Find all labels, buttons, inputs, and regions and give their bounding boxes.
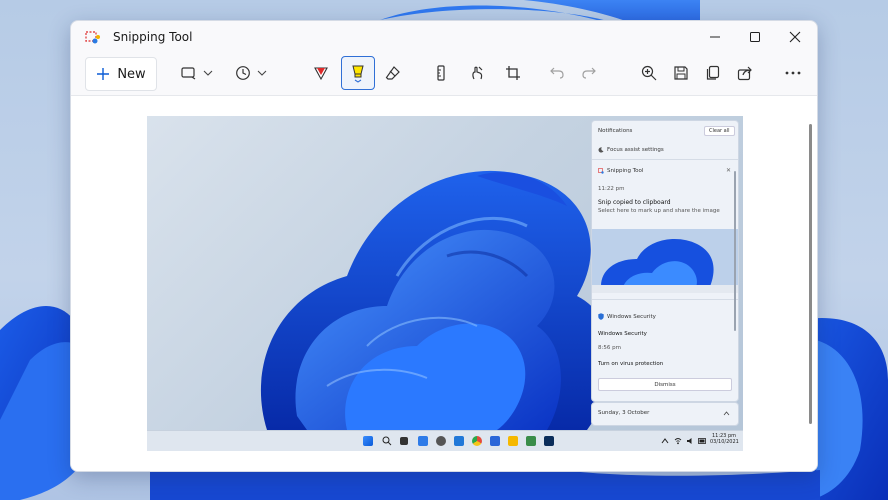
snipping-tool-window: Snipping Tool New Notifications Clear al… [70, 20, 818, 472]
eraser-icon [385, 66, 400, 80]
clock-icon [236, 66, 250, 80]
close-icon [789, 31, 801, 43]
snip-notification-app: Snipping Tool [598, 168, 643, 174]
save-button[interactable] [667, 57, 695, 89]
chevron-down-icon [203, 70, 213, 76]
moon-icon [598, 147, 604, 153]
start-icon[interactable] [363, 436, 373, 446]
share-icon [737, 66, 752, 81]
eraser-button[interactable] [379, 57, 407, 89]
redo-button[interactable] [575, 57, 603, 89]
notification-close-icon[interactable]: ✕ [726, 167, 731, 174]
wifi-icon[interactable] [674, 437, 682, 445]
highlighter-button[interactable] [341, 56, 375, 90]
maximize-icon [750, 32, 760, 42]
battery-icon[interactable] [698, 437, 707, 445]
volume-icon[interactable] [686, 437, 694, 445]
ballpoint-pen-icon [314, 67, 328, 81]
vscode-icon[interactable] [454, 436, 464, 446]
snip-notification-title: Snip copied to clipboard [598, 199, 671, 206]
store-icon[interactable] [526, 436, 536, 446]
touch-writing-button[interactable] [463, 57, 491, 89]
chat-icon[interactable] [436, 436, 446, 446]
redo-icon [582, 67, 596, 79]
share-button[interactable] [731, 57, 759, 89]
dismiss-button[interactable]: Dismiss [598, 378, 732, 391]
copy-icon [706, 65, 720, 80]
chevron-up-icon[interactable] [723, 411, 730, 416]
save-icon [674, 66, 688, 80]
crop-icon [506, 66, 520, 80]
minimize-icon [710, 36, 720, 38]
focus-assist-label: Focus assist settings [607, 147, 664, 153]
file-explorer-icon[interactable] [508, 436, 518, 446]
taskbar-date: 03/10/2021 [710, 439, 739, 445]
snipping-tool-app-icon [598, 168, 604, 174]
clear-all-button[interactable]: Clear all [704, 126, 735, 136]
calendar-flyout: Sunday, 3 October [591, 402, 739, 426]
chevron-up-icon[interactable] [661, 438, 669, 444]
widgets-icon[interactable] [418, 436, 428, 446]
zoom-in-icon [641, 65, 657, 81]
divider [592, 299, 738, 300]
plus-icon [97, 68, 110, 80]
ruler-button[interactable] [427, 57, 455, 89]
more-dots-icon [785, 71, 801, 75]
shield-icon [598, 313, 604, 320]
canvas-scrollbar[interactable] [809, 124, 812, 424]
notification-scrollbar[interactable] [734, 171, 736, 331]
delay-dropdown[interactable] [231, 57, 271, 89]
security-notification-app: Windows Security [598, 313, 656, 320]
preview-bloom-art [601, 239, 714, 293]
touch-writing-icon [472, 66, 483, 80]
rectangle-snip-icon [181, 67, 196, 80]
ballpoint-pen-button[interactable] [307, 57, 335, 89]
chrome-icon[interactable] [472, 436, 482, 446]
zoom-button[interactable] [635, 57, 663, 89]
new-snip-button[interactable]: New [85, 57, 157, 91]
chevron-down-icon [257, 70, 267, 76]
photoshop-icon[interactable] [544, 436, 554, 446]
notifications-header: Notifications [598, 128, 633, 134]
calendar-date-label: Sunday, 3 October [598, 410, 650, 416]
captured-taskbar: 11:23 pm 03/10/2021 [147, 430, 743, 451]
undo-button[interactable] [543, 57, 571, 89]
divider [592, 159, 738, 160]
security-notification-body: Turn on virus protection [598, 361, 664, 367]
copy-button[interactable] [699, 57, 727, 89]
more-options-button[interactable] [779, 57, 807, 89]
snip-notification-body: Select here to mark up and share the ima… [598, 208, 720, 214]
snip-mode-dropdown[interactable] [177, 57, 217, 89]
notepad-icon[interactable] [490, 436, 500, 446]
focus-assist-row[interactable]: Focus assist settings [598, 147, 664, 153]
snipping-tool-app-icon [85, 31, 100, 44]
preview-taskbar [592, 285, 738, 293]
security-notification-title: Windows Security [598, 331, 647, 337]
undo-icon [550, 67, 564, 79]
highlighter-icon [352, 65, 364, 83]
notification-center: Notifications Clear all Focus assist set… [591, 120, 739, 402]
taskbar-clock[interactable]: 11:23 pm 03/10/2021 [710, 433, 739, 445]
minimize-button[interactable] [695, 21, 735, 53]
new-snip-label: New [117, 66, 146, 82]
security-notification-time: 8:56 pm [598, 345, 621, 351]
maximize-button[interactable] [735, 21, 775, 53]
snip-notification-time: 11:22 pm [598, 186, 625, 192]
task-view-icon[interactable] [400, 437, 408, 445]
snip-preview-thumbnail[interactable] [592, 229, 738, 293]
captured-screenshot[interactable]: Notifications Clear all Focus assist set… [147, 116, 743, 451]
toolbar: New [71, 53, 817, 95]
crop-button[interactable] [499, 57, 527, 89]
snip-canvas-area: Notifications Clear all Focus assist set… [71, 95, 817, 471]
ruler-icon [437, 65, 445, 81]
close-button[interactable] [775, 21, 815, 53]
search-icon[interactable] [382, 436, 392, 446]
window-title: Snipping Tool [113, 30, 193, 44]
title-bar[interactable]: Snipping Tool [71, 21, 817, 53]
